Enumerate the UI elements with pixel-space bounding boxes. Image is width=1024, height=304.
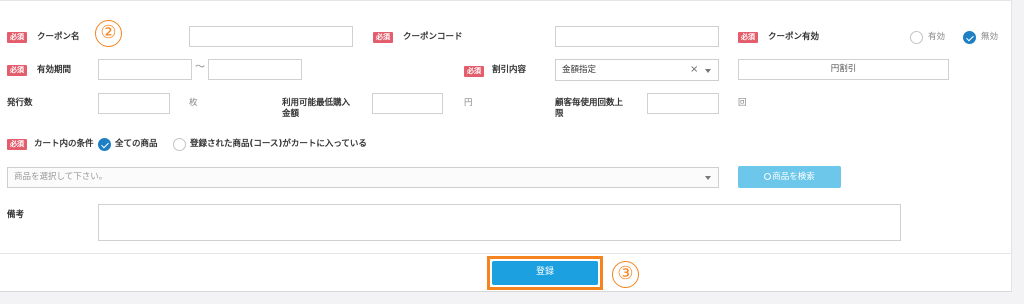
period-start-input[interactable] bbox=[98, 59, 192, 80]
coupon-valid-label: クーポン有効 bbox=[768, 32, 820, 42]
top-border bbox=[0, 0, 1012, 1]
chevron-down-icon bbox=[705, 69, 711, 73]
required-badge: 必須 bbox=[7, 139, 27, 150]
required-badge: 必須 bbox=[7, 32, 27, 43]
discount-label: 割引内容 bbox=[492, 65, 527, 75]
required-badge: 必須 bbox=[373, 32, 393, 43]
discount-amount-input[interactable]: 円割引 bbox=[738, 59, 949, 80]
valid-off-label: 無効 bbox=[981, 32, 999, 42]
clear-icon[interactable]: × bbox=[690, 60, 698, 80]
required-badge: 必須 bbox=[464, 66, 484, 77]
coupon-name-label: クーポン名 bbox=[37, 32, 80, 42]
issue-count-label: 発行数 bbox=[7, 98, 33, 108]
min-purchase-input[interactable] bbox=[372, 93, 443, 114]
valid-on-radio[interactable] bbox=[910, 31, 923, 44]
min-purchase-unit: 円 bbox=[464, 98, 473, 108]
cart-condition-label: カート内の条件 bbox=[34, 139, 94, 149]
discount-type-value: 金額指定 bbox=[562, 65, 597, 75]
coupon-form-panel: 必須 クーポン名 ② 必須 クーポンコード 必須 クーポン有効 有効 無効 必須… bbox=[0, 0, 1012, 292]
discount-amount-placeholder: 円割引 bbox=[830, 64, 857, 74]
discount-type-select[interactable]: 金額指定 × bbox=[555, 59, 719, 81]
coupon-name-input[interactable] bbox=[189, 26, 353, 47]
required-badge: 必須 bbox=[7, 65, 27, 76]
product-search-label: 商品を検索 bbox=[772, 172, 815, 182]
option-all-radio[interactable] bbox=[98, 138, 111, 151]
period-end-input[interactable] bbox=[208, 59, 302, 80]
option-registered-label: 登録された商品(コース)がカートに入っている bbox=[190, 139, 367, 149]
option-all-label: 全ての商品 bbox=[115, 139, 158, 149]
product-search-button[interactable]: 商品を検索 bbox=[738, 166, 841, 188]
per-customer-unit: 回 bbox=[738, 98, 747, 108]
remarks-label: 備考 bbox=[7, 210, 25, 220]
issue-count-unit: 枚 bbox=[189, 98, 198, 108]
product-select[interactable]: 商品を選択して下さい。 bbox=[7, 167, 719, 188]
product-select-placeholder: 商品を選択して下さい。 bbox=[14, 172, 108, 182]
valid-off-radio[interactable] bbox=[963, 31, 976, 44]
chevron-down-icon bbox=[705, 176, 711, 180]
search-icon bbox=[764, 173, 772, 180]
submit-highlight: 登録 bbox=[487, 256, 603, 290]
coupon-code-input[interactable] bbox=[555, 26, 719, 47]
min-purchase-label: 利用可能最低購入金額 bbox=[282, 98, 351, 119]
footer-divider bbox=[0, 253, 1012, 254]
required-badge: 必須 bbox=[738, 32, 758, 43]
step2-annotation: ② bbox=[95, 20, 122, 47]
per-customer-label: 顧客毎使用回数上限 bbox=[555, 98, 624, 119]
option-registered-radio[interactable] bbox=[173, 138, 186, 151]
period-label: 有効期間 bbox=[37, 65, 72, 75]
coupon-code-label: クーポンコード bbox=[403, 32, 463, 42]
submit-button[interactable]: 登録 bbox=[492, 261, 598, 285]
remarks-textarea[interactable] bbox=[98, 204, 901, 241]
issue-count-input[interactable] bbox=[98, 93, 170, 114]
valid-on-label: 有効 bbox=[928, 32, 946, 42]
step3-annotation: ③ bbox=[612, 261, 639, 288]
period-separator: 〜 bbox=[195, 62, 205, 73]
per-customer-input[interactable] bbox=[647, 93, 719, 114]
